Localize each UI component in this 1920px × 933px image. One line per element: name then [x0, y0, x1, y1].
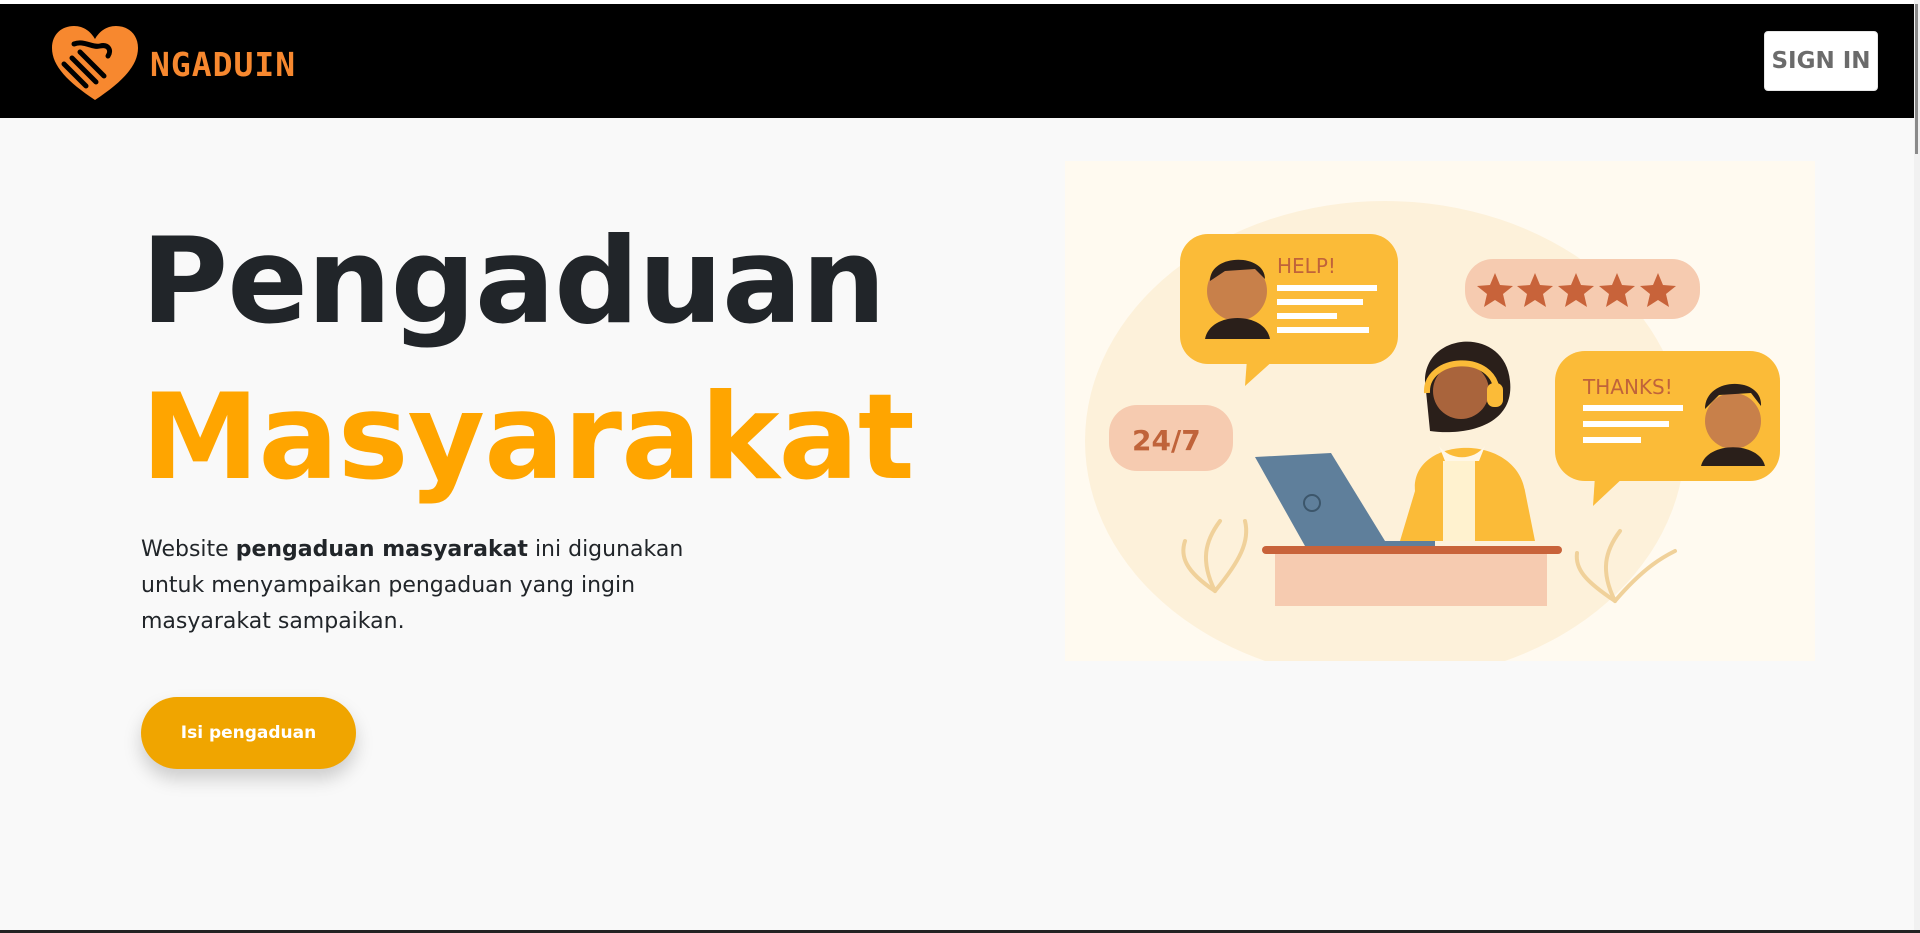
badge-247-text: 24/7: [1132, 424, 1201, 457]
24-7-badge-icon: 24/7: [1109, 405, 1233, 471]
customer-service-illustration: HELP! 24/7 THANKS!: [1065, 161, 1815, 681]
hands-heart-logo-icon: [52, 26, 138, 100]
hero-description: Website pengaduan masyarakat ini digunak…: [141, 532, 741, 640]
navbar: NGADUIN SIGN IN: [0, 4, 1914, 118]
brand-name: NGADUIN: [150, 44, 297, 84]
sign-in-button[interactable]: SIGN IN: [1764, 31, 1878, 91]
illustration-svg: HELP! 24/7 THANKS!: [1085, 201, 1780, 681]
hero-title-line2: Masyarakat: [141, 369, 915, 507]
hero-desc-prefix: Website: [141, 537, 236, 562]
thanks-bubble-text: THANKS!: [1582, 375, 1673, 399]
help-bubble-icon: HELP!: [1180, 234, 1398, 386]
hero-desc-bold: pengaduan masyarakat: [235, 537, 528, 562]
help-bubble-text: HELP!: [1277, 254, 1336, 278]
desk-icon: [1262, 546, 1562, 606]
brand-link[interactable]: NGADUIN: [48, 24, 296, 104]
scrollbar-thumb[interactable]: [1915, 4, 1918, 154]
hero-title-line1: Pengaduan: [141, 213, 886, 351]
page: NGADUIN SIGN IN Pengaduan Masyarakat Web…: [0, 0, 1920, 933]
rating-stars-icon: [1465, 259, 1700, 319]
submit-complaint-button[interactable]: Isi pengaduan: [141, 697, 356, 769]
